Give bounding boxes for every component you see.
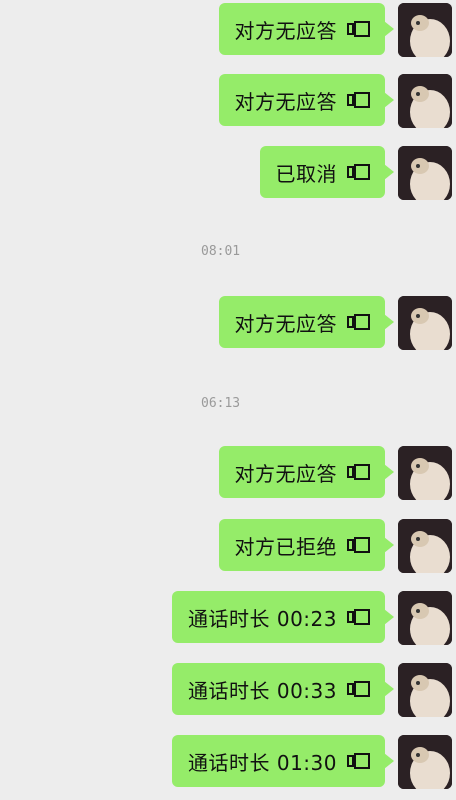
avatar[interactable]	[398, 446, 452, 500]
video-call-icon	[347, 609, 371, 625]
call-status-text: 通话时长 00:23	[188, 606, 337, 631]
call-status-bubble[interactable]: 对方无应答	[218, 3, 394, 55]
video-call-icon	[347, 753, 371, 769]
call-status-bubble[interactable]: 通话时长 01:30	[172, 735, 394, 787]
video-call-icon	[347, 314, 371, 330]
avatar[interactable]	[398, 663, 452, 717]
avatar[interactable]	[398, 591, 452, 645]
avatar[interactable]	[398, 735, 452, 789]
call-status-text: 对方无应答	[234, 18, 337, 43]
call-status-text: 对方无应答	[234, 311, 337, 336]
video-call-icon	[347, 537, 371, 553]
message-row: 对方无应答	[0, 3, 452, 57]
message-row: 通话时长 00:23	[0, 591, 452, 645]
call-status-bubble[interactable]: 通话时长 00:23	[172, 591, 394, 643]
message-row: 通话时长 00:33	[0, 663, 452, 717]
timestamp: 06:13	[201, 396, 241, 411]
avatar[interactable]	[398, 74, 452, 128]
call-status-bubble[interactable]: 对方无应答	[218, 446, 394, 498]
video-call-icon	[347, 464, 371, 480]
call-status-bubble[interactable]: 对方已拒绝	[218, 519, 394, 571]
call-status-bubble[interactable]: 对方无应答	[218, 296, 394, 348]
message-row: 对方已拒绝	[0, 519, 452, 573]
avatar[interactable]	[398, 3, 452, 57]
message-row: 已取消	[0, 146, 452, 200]
call-status-bubble[interactable]: 通话时长 00:33	[172, 663, 394, 715]
call-status-text: 对方无应答	[234, 89, 337, 114]
message-row: 通话时长 01:30	[0, 735, 452, 789]
call-status-text: 对方无应答	[234, 461, 337, 486]
timestamp: 08:01	[201, 244, 241, 259]
message-row: 对方无应答	[0, 74, 452, 128]
message-row: 对方无应答	[0, 446, 452, 500]
call-status-text: 已取消	[275, 161, 337, 186]
video-call-icon	[347, 164, 371, 180]
avatar[interactable]	[398, 296, 452, 350]
call-status-text: 通话时长 00:33	[188, 678, 337, 703]
video-call-icon	[347, 21, 371, 37]
call-status-bubble[interactable]: 对方无应答	[218, 74, 394, 126]
video-call-icon	[347, 681, 371, 697]
video-call-icon	[347, 92, 371, 108]
avatar[interactable]	[398, 519, 452, 573]
message-row: 对方无应答	[0, 296, 452, 350]
avatar[interactable]	[398, 146, 452, 200]
call-status-text: 通话时长 01:30	[188, 750, 337, 775]
call-status-text: 对方已拒绝	[234, 534, 337, 559]
call-status-bubble[interactable]: 已取消	[259, 146, 394, 198]
